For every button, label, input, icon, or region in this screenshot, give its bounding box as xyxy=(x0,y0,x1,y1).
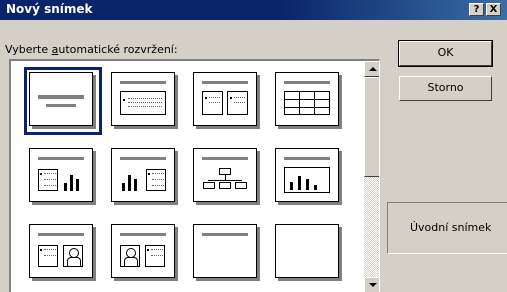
organization-chart-icon xyxy=(193,148,257,202)
chart-icon xyxy=(275,148,339,202)
text-and-chart-icon xyxy=(29,148,93,202)
two-column-text-icon xyxy=(193,72,257,126)
cancel-button[interactable]: Storno xyxy=(399,76,492,101)
title-bar[interactable]: Nový snímek ? X xyxy=(0,0,507,20)
layout-title-only[interactable] xyxy=(193,224,261,282)
layout-organization-chart[interactable] xyxy=(193,148,261,206)
prompt-suffix: utomatické rozvržení: xyxy=(58,43,178,56)
scroll-up-button[interactable] xyxy=(364,61,379,77)
scroll-thumb[interactable] xyxy=(364,77,379,177)
window-title: Nový snímek xyxy=(6,2,93,16)
layout-bulleted-list[interactable] xyxy=(111,72,179,130)
table-icon xyxy=(275,72,339,126)
arrow-down-icon xyxy=(369,283,377,287)
layout-name-label: Úvodní snímek xyxy=(410,221,492,234)
ok-button[interactable]: OK xyxy=(398,40,493,67)
layout-title-slide[interactable] xyxy=(24,67,102,135)
layout-two-column-text[interactable] xyxy=(193,72,261,130)
vertical-scrollbar[interactable] xyxy=(364,61,379,292)
title-only-icon xyxy=(193,224,257,278)
arrow-up-icon xyxy=(369,67,377,71)
title-slide-icon xyxy=(29,72,93,126)
layout-list[interactable] xyxy=(9,59,380,292)
layout-text-and-chart[interactable] xyxy=(29,148,97,206)
blank-icon xyxy=(275,224,339,278)
text-and-clip-art-icon xyxy=(29,224,93,278)
layout-table[interactable] xyxy=(275,72,343,130)
prompt-prefix: Vyberte xyxy=(5,43,52,56)
layout-clip-art-and-text[interactable] xyxy=(111,224,179,282)
layout-chart[interactable] xyxy=(275,148,343,206)
scroll-down-button[interactable] xyxy=(364,277,379,292)
layout-blank[interactable] xyxy=(275,224,343,282)
help-button[interactable]: ? xyxy=(469,3,484,16)
chart-and-text-icon xyxy=(111,148,175,202)
layout-chart-and-text[interactable] xyxy=(111,148,179,206)
layout-text-and-clip-art[interactable] xyxy=(29,224,97,282)
close-button[interactable]: X xyxy=(486,3,501,16)
layout-prompt-label: Vyberte automatické rozvržení: xyxy=(5,43,178,56)
clip-art-and-text-icon xyxy=(111,224,175,278)
bulleted-list-icon xyxy=(111,72,175,126)
